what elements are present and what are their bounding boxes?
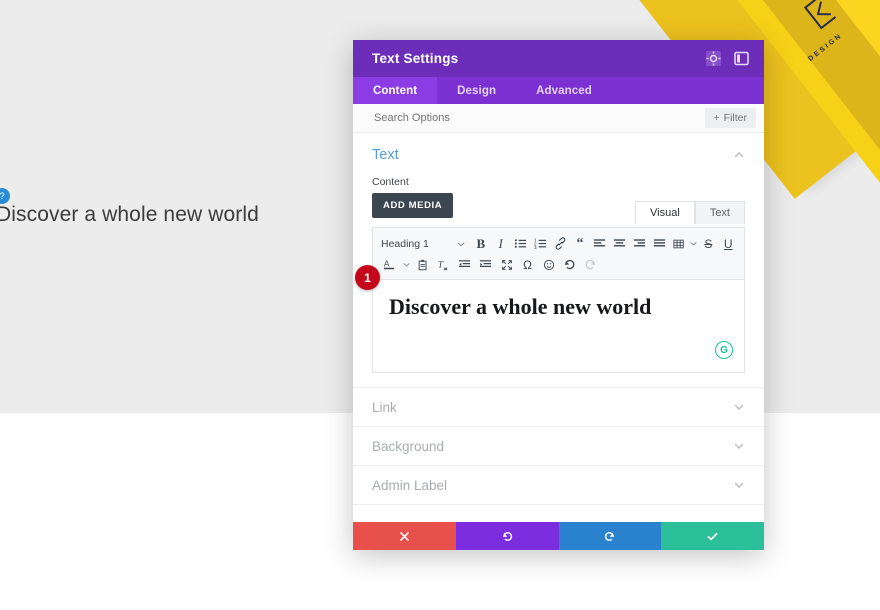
bold-icon[interactable]: B bbox=[471, 234, 491, 254]
chevron-down-icon[interactable] bbox=[733, 440, 745, 452]
add-media-button[interactable]: ADD MEDIA bbox=[372, 193, 454, 218]
fullscreen-icon[interactable] bbox=[496, 255, 517, 275]
text-settings-modal: Text Settings Content Design Advanced Se… bbox=[353, 40, 764, 550]
editor-toolbar-row-1: Heading 1 B I 1 2 3 “ S U bbox=[379, 233, 738, 254]
editor-heading-text[interactable]: Discover a whole new world bbox=[389, 294, 728, 320]
indent-icon[interactable] bbox=[475, 255, 496, 275]
link-icon[interactable] bbox=[550, 234, 570, 254]
outdent-icon[interactable] bbox=[454, 255, 475, 275]
section-link[interactable]: Link bbox=[353, 388, 764, 427]
close-icon bbox=[400, 531, 409, 541]
editor-toolbar: Heading 1 B I 1 2 3 “ S U A T Ω bbox=[372, 227, 745, 280]
modal-header-icons bbox=[705, 50, 750, 67]
paste-as-text-icon[interactable] bbox=[412, 255, 433, 275]
align-right-icon[interactable] bbox=[630, 234, 650, 254]
format-select-value: Heading 1 bbox=[381, 237, 429, 250]
modal-header: Text Settings bbox=[353, 40, 764, 77]
section-text-title: Text bbox=[372, 147, 399, 163]
modal-footer bbox=[353, 522, 764, 550]
panel-layout-icon[interactable] bbox=[733, 50, 750, 67]
emoji-icon[interactable] bbox=[538, 255, 559, 275]
table-icon[interactable] bbox=[669, 234, 689, 254]
svg-text:A: A bbox=[384, 258, 390, 268]
section-background[interactable]: Background bbox=[353, 427, 764, 466]
plus-icon: + bbox=[713, 112, 720, 124]
search-input[interactable] bbox=[372, 111, 705, 125]
chevron-down-icon[interactable] bbox=[400, 255, 412, 275]
modal-body: Text Content ADD MEDIA Visual Text Headi… bbox=[353, 133, 764, 522]
wysiwyg-editor: Visual Text Heading 1 B I 1 2 3 “ S U A … bbox=[355, 201, 745, 373]
chevron-down-icon[interactable] bbox=[733, 479, 745, 491]
tab-visual[interactable]: Visual bbox=[635, 201, 695, 224]
section-background-title: Background bbox=[372, 438, 445, 454]
chevron-up-icon[interactable] bbox=[733, 149, 745, 161]
chevron-down-icon[interactable] bbox=[451, 234, 471, 254]
redo-icon bbox=[605, 531, 615, 541]
blockquote-icon[interactable]: “ bbox=[570, 234, 590, 254]
tab-design[interactable]: Design bbox=[437, 77, 516, 104]
numbered-list-icon[interactable]: 1 2 3 bbox=[530, 234, 550, 254]
underline-icon[interactable]: U bbox=[718, 234, 738, 254]
special-character-icon[interactable]: Ω bbox=[517, 255, 538, 275]
modal-title: Text Settings bbox=[372, 51, 459, 66]
save-button[interactable] bbox=[661, 522, 764, 550]
tab-advanced[interactable]: Advanced bbox=[516, 77, 612, 104]
modal-tabs: Content Design Advanced bbox=[353, 77, 764, 104]
editor-toolbar-row-2: A T Ω bbox=[379, 254, 738, 275]
editor-content-area[interactable]: 1 Discover a whole new world G bbox=[355, 265, 745, 373]
section-text: Text Content ADD MEDIA Visual Text Headi… bbox=[353, 133, 764, 388]
chevron-down-icon[interactable] bbox=[733, 401, 745, 413]
tab-content[interactable]: Content bbox=[353, 77, 438, 104]
svg-text:T: T bbox=[438, 260, 444, 270]
format-select[interactable]: Heading 1 bbox=[379, 238, 451, 250]
clear-formatting-icon[interactable]: T bbox=[433, 255, 454, 275]
undo-icon[interactable] bbox=[559, 255, 580, 275]
align-center-icon[interactable] bbox=[610, 234, 630, 254]
italic-icon[interactable]: I bbox=[491, 234, 511, 254]
align-justify-icon[interactable] bbox=[649, 234, 669, 254]
redo-icon[interactable] bbox=[580, 255, 601, 275]
section-text-header[interactable]: Text bbox=[372, 147, 745, 163]
svg-text:3: 3 bbox=[534, 245, 537, 250]
hero-inline-badge[interactable]: ? bbox=[0, 188, 10, 204]
align-left-icon[interactable] bbox=[590, 234, 610, 254]
filter-button[interactable]: + Filter bbox=[704, 108, 756, 128]
chevron-down-icon[interactable] bbox=[689, 234, 698, 254]
search-bar: + Filter bbox=[353, 104, 764, 133]
check-icon bbox=[707, 532, 718, 540]
bulleted-list-icon[interactable] bbox=[511, 234, 531, 254]
redo-button[interactable] bbox=[558, 522, 662, 550]
section-admin-label-title: Admin Label bbox=[372, 477, 448, 493]
grammarly-icon[interactable]: G bbox=[715, 341, 733, 359]
target-icon[interactable] bbox=[705, 50, 722, 67]
content-field-label: Content bbox=[372, 176, 409, 188]
hero-headline: Discover a whole new world bbox=[0, 203, 259, 226]
text-color-icon[interactable]: A bbox=[379, 255, 400, 275]
cancel-button[interactable] bbox=[353, 522, 456, 550]
tab-text[interactable]: Text bbox=[694, 201, 745, 224]
undo-button[interactable] bbox=[455, 522, 559, 550]
help-link[interactable]: ? Help bbox=[353, 505, 764, 522]
filter-label: Filter bbox=[723, 112, 747, 124]
section-link-title: Link bbox=[372, 399, 397, 415]
step-badge: 1 bbox=[355, 265, 380, 290]
section-admin-label[interactable]: Admin Label bbox=[353, 466, 764, 505]
undo-icon bbox=[502, 531, 512, 541]
editor-mode-tabs: Visual Text bbox=[635, 201, 745, 224]
strikethrough-icon[interactable]: S bbox=[698, 234, 718, 254]
